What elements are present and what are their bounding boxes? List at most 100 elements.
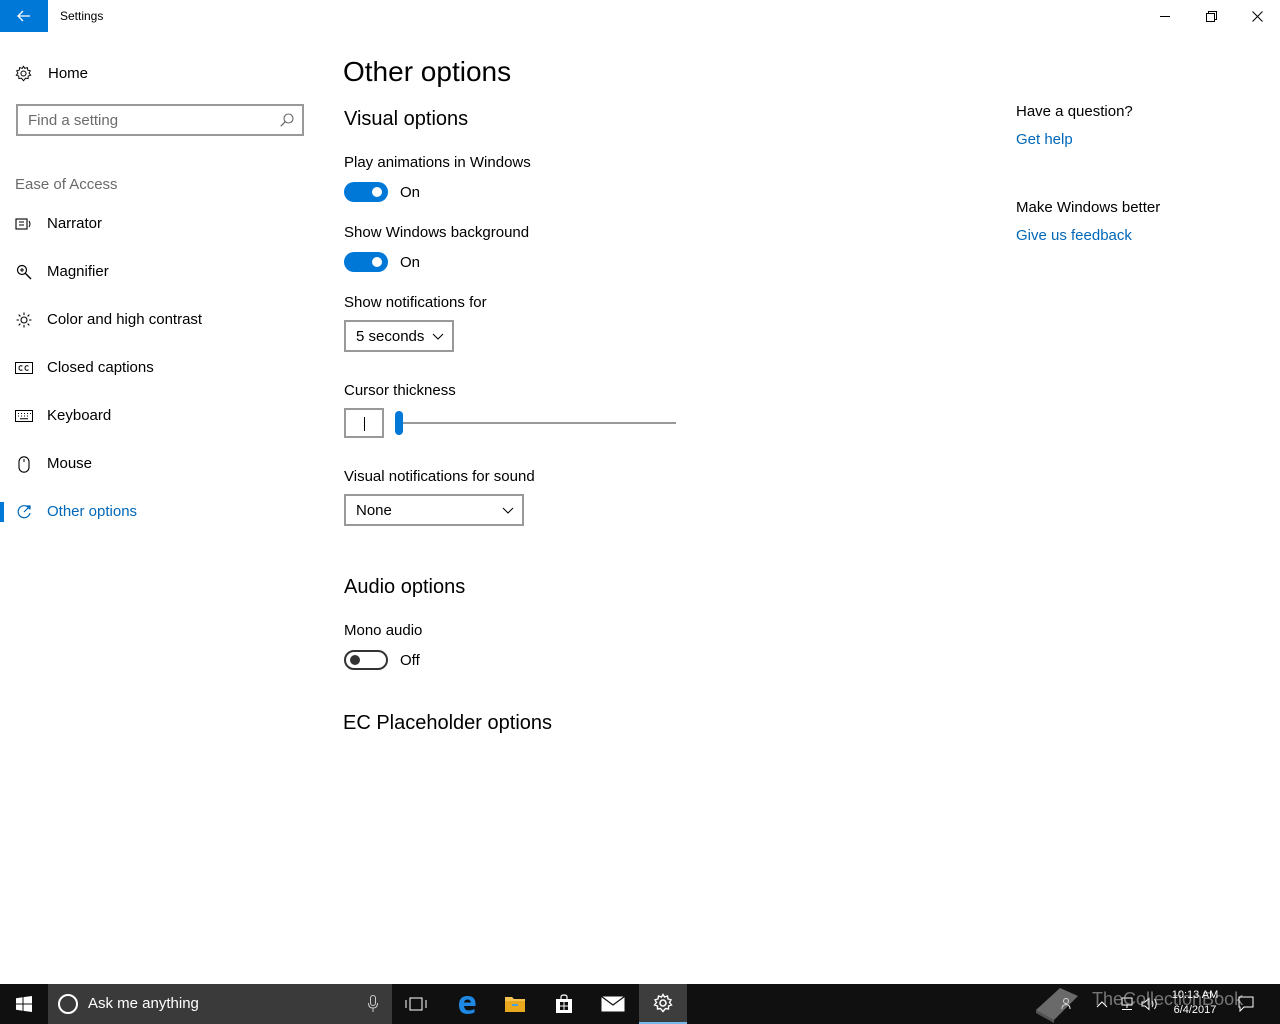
play-animations-toggle[interactable] — [344, 182, 388, 202]
magnifier-icon — [15, 264, 33, 280]
active-indicator — [0, 502, 4, 522]
people-tray-button[interactable] — [1060, 984, 1076, 1024]
make-windows-better-heading: Make Windows better — [1016, 199, 1161, 216]
toggle-knob — [350, 655, 360, 665]
cursor-thickness-preview — [344, 408, 384, 438]
gear-icon — [15, 64, 32, 81]
page-title: Other options — [343, 56, 512, 87]
mouse-icon — [15, 455, 33, 473]
store-taskbar-button[interactable] — [540, 984, 588, 1024]
mail-taskbar-button[interactable] — [589, 984, 637, 1024]
mono-audio-state: Off — [400, 652, 420, 669]
get-help-link[interactable]: Get help — [1016, 131, 1073, 148]
mono-audio-toggle[interactable] — [344, 650, 388, 670]
play-animations-label: Play animations in Windows — [344, 154, 531, 171]
visual-sound-value: None — [356, 501, 392, 519]
people-icon — [1061, 998, 1071, 1010]
notifications-duration-dropdown[interactable]: 5 seconds — [344, 320, 454, 352]
close-icon — [1251, 10, 1263, 22]
chevron-down-icon — [432, 333, 444, 340]
visual-sound-label: Visual notifications for sound — [344, 468, 535, 485]
window-title: Settings — [60, 9, 104, 23]
toggle-knob — [372, 257, 382, 267]
give-feedback-link[interactable]: Give us feedback — [1016, 227, 1132, 244]
sidebar-item-magnifier[interactable]: Magnifier — [0, 252, 320, 292]
narrator-icon — [15, 216, 33, 232]
settings-taskbar-button[interactable] — [639, 984, 687, 1024]
visual-sound-dropdown[interactable]: None — [344, 494, 524, 526]
close-button[interactable] — [1234, 0, 1280, 32]
sidebar-item-other-options[interactable]: Other options — [0, 492, 320, 532]
sidebar-item-narrator[interactable]: Narrator — [0, 204, 320, 244]
toggle-knob — [372, 187, 382, 197]
sidebar-item-label: Keyboard — [47, 407, 112, 424]
cursor-thickness-slider-thumb[interactable] — [395, 411, 403, 435]
sidebar-item-label: Closed captions — [47, 359, 154, 376]
cortana-icon — [58, 994, 78, 1014]
microphone-icon[interactable] — [368, 995, 378, 1013]
audio-options-heading: Audio options — [344, 576, 466, 598]
visual-options-heading: Visual options — [344, 108, 469, 130]
cortana-search-box[interactable]: Ask me anything — [48, 984, 392, 1024]
file-explorer-taskbar-button[interactable] — [491, 984, 539, 1024]
minimize-icon — [1160, 16, 1170, 17]
show-background-label: Show Windows background — [344, 224, 530, 241]
cursor-thickness-label: Cursor thickness — [344, 382, 456, 399]
network-tray-button[interactable] — [1118, 984, 1136, 1024]
chevron-down-icon — [502, 507, 514, 514]
notifications-label: Show notifications for — [344, 294, 487, 311]
start-button[interactable] — [0, 984, 48, 1024]
network-icon — [1121, 997, 1133, 1010]
taskbar: Ask me anything TheCollectionBook 10:13 … — [0, 984, 1280, 1024]
edge-taskbar-button[interactable] — [443, 984, 491, 1024]
sidebar-item-label: Other options — [47, 503, 138, 520]
settings-search-input[interactable] — [28, 111, 272, 129]
keyboard-icon — [15, 408, 33, 424]
settings-search-box[interactable] — [16, 104, 304, 136]
store-bag-icon — [556, 994, 572, 1013]
sidebar-item-label: Mouse — [47, 455, 93, 472]
volume-tray-button[interactable] — [1140, 984, 1160, 1024]
mono-audio-label: Mono audio — [344, 622, 423, 639]
section-label: Ease of Access — [15, 176, 118, 193]
folder-icon — [505, 997, 525, 1012]
sidebar-item-label: Narrator — [47, 215, 103, 232]
sidebar-item-label: Color and high contrast — [47, 311, 203, 328]
home-label: Home — [48, 64, 89, 82]
other-options-icon — [15, 504, 33, 520]
show-background-state: On — [400, 254, 421, 271]
ec-placeholder-heading: EC Placeholder options — [343, 712, 553, 734]
mail-icon — [601, 996, 625, 1012]
gear-icon — [653, 993, 673, 1013]
chevron-up-icon — [1096, 1001, 1108, 1008]
action-center-button[interactable] — [1236, 984, 1256, 1024]
notifications-duration-value: 5 seconds — [356, 327, 425, 345]
sidebar-item-label: Magnifier — [47, 263, 109, 280]
cursor-preview-line — [364, 417, 365, 431]
sidebar: Home Ease of Access Narrator Magnifier C… — [0, 32, 320, 984]
sun-icon — [15, 312, 33, 328]
taskbar-clock[interactable]: 10:13 AM 6/4/2017 — [1160, 988, 1230, 1018]
windows-logo-icon — [16, 996, 32, 1012]
task-view-button[interactable] — [392, 984, 440, 1024]
minimize-button[interactable] — [1142, 0, 1188, 32]
sidebar-item-mouse[interactable]: Mouse — [0, 444, 320, 484]
edge-icon — [459, 996, 476, 1014]
sidebar-item-closed-captions[interactable]: Closed captions — [0, 348, 320, 388]
home-nav-item[interactable]: Home — [15, 62, 88, 84]
clock-date: 6/4/2017 — [1173, 1004, 1217, 1016]
show-hidden-icons-button[interactable] — [1094, 984, 1110, 1024]
task-view-icon — [405, 997, 427, 1011]
back-button[interactable] — [0, 0, 48, 32]
speaker-icon — [1141, 997, 1157, 1011]
restore-icon — [1205, 10, 1217, 22]
clock-time: 10:13 AM — [1171, 989, 1219, 1001]
sidebar-item-color-contrast[interactable]: Color and high contrast — [0, 300, 320, 340]
show-background-toggle[interactable] — [344, 252, 388, 272]
cc-icon — [15, 360, 33, 376]
restore-button[interactable] — [1188, 0, 1234, 32]
cursor-thickness-slider-track[interactable] — [399, 422, 676, 424]
cortana-search-text: Ask me anything — [88, 995, 199, 1012]
sidebar-item-keyboard[interactable]: Keyboard — [0, 396, 320, 436]
search-icon[interactable] — [280, 113, 294, 127]
